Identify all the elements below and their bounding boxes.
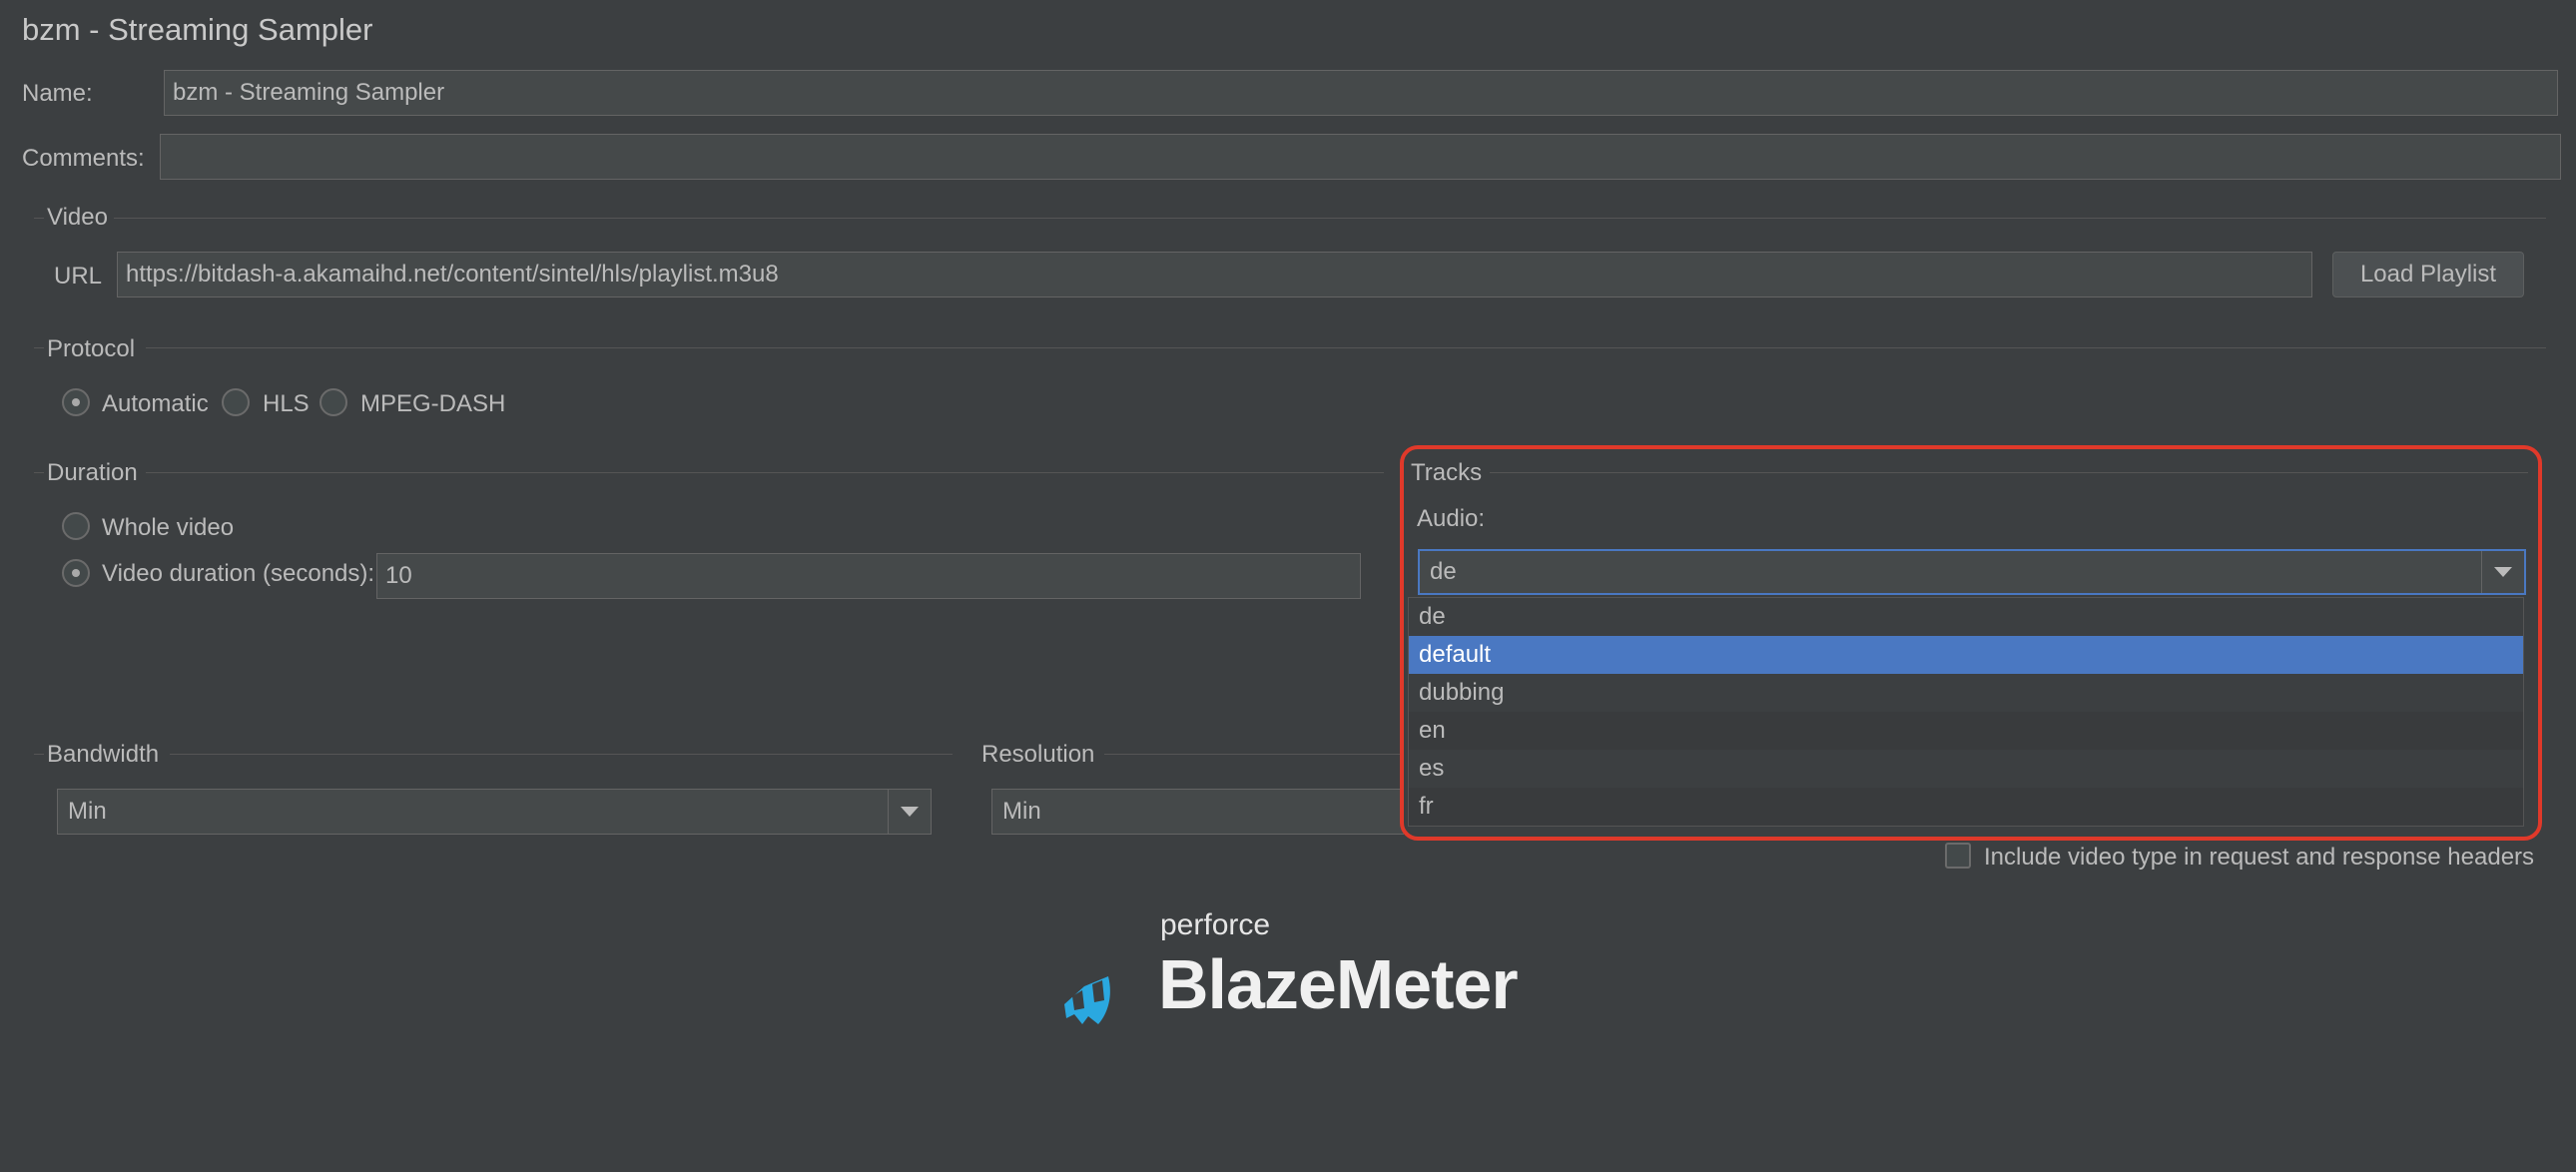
- bandwidth-section-divider-left: [34, 754, 44, 755]
- comments-label: Comments:: [22, 145, 145, 172]
- protocol-mpeg-dash-radio[interactable]: [320, 388, 347, 416]
- logo-perforce-text: perforce: [1160, 908, 1271, 941]
- resolution-section-divider: [1104, 754, 1404, 755]
- video-duration-radio[interactable]: [62, 559, 90, 587]
- tracks-highlight-annotation: [1400, 445, 2542, 841]
- url-label: URL: [54, 263, 103, 290]
- window-title: bzm - Streaming Sampler: [22, 12, 373, 47]
- video-section-divider-left: [34, 218, 44, 219]
- bandwidth-select[interactable]: Min: [57, 789, 932, 835]
- protocol-hls-label[interactable]: HLS: [263, 390, 310, 418]
- whole-video-radio[interactable]: [62, 512, 90, 540]
- duration-section-divider-left: [34, 472, 44, 473]
- video-duration-label[interactable]: Video duration (seconds):: [102, 560, 374, 588]
- resolution-section-label: Resolution: [981, 741, 1095, 768]
- include-video-type-label[interactable]: Include video type in request and respon…: [1984, 844, 2534, 872]
- protocol-mpeg-dash-label[interactable]: MPEG-DASH: [360, 390, 505, 418]
- url-input[interactable]: https://bitdash-a.akamaihd.net/content/s…: [117, 252, 2312, 297]
- bandwidth-section-divider: [170, 754, 953, 755]
- load-playlist-button[interactable]: Load Playlist: [2332, 252, 2524, 297]
- blazemeter-logo-icon: [1058, 940, 1116, 1030]
- bandwidth-section-label: Bandwidth: [47, 741, 160, 768]
- protocol-section-label: Protocol: [47, 335, 136, 362]
- protocol-section-divider: [146, 347, 2546, 348]
- video-section-divider: [114, 218, 2546, 219]
- resolution-select-value: Min: [1002, 798, 1041, 825]
- duration-section-label: Duration: [47, 459, 138, 486]
- protocol-hls-radio[interactable]: [222, 388, 250, 416]
- chevron-down-icon: [901, 807, 919, 817]
- video-duration-input[interactable]: 10: [376, 553, 1361, 599]
- protocol-automatic-label[interactable]: Automatic: [102, 390, 209, 418]
- bandwidth-dropdown-arrow[interactable]: [888, 790, 931, 834]
- protocol-section-divider-left: [34, 347, 44, 348]
- protocol-automatic-radio[interactable]: [62, 388, 90, 416]
- comments-input[interactable]: [160, 134, 2561, 180]
- name-label: Name:: [22, 80, 93, 107]
- bandwidth-select-value: Min: [68, 798, 107, 825]
- name-input[interactable]: bzm - Streaming Sampler: [164, 70, 2558, 116]
- whole-video-label[interactable]: Whole video: [102, 514, 234, 542]
- video-section-label: Video: [47, 204, 108, 231]
- duration-section-divider: [146, 472, 1384, 473]
- logo-blazemeter-text: BlazeMeter: [1158, 945, 1519, 1023]
- include-video-type-checkbox[interactable]: [1945, 843, 1971, 869]
